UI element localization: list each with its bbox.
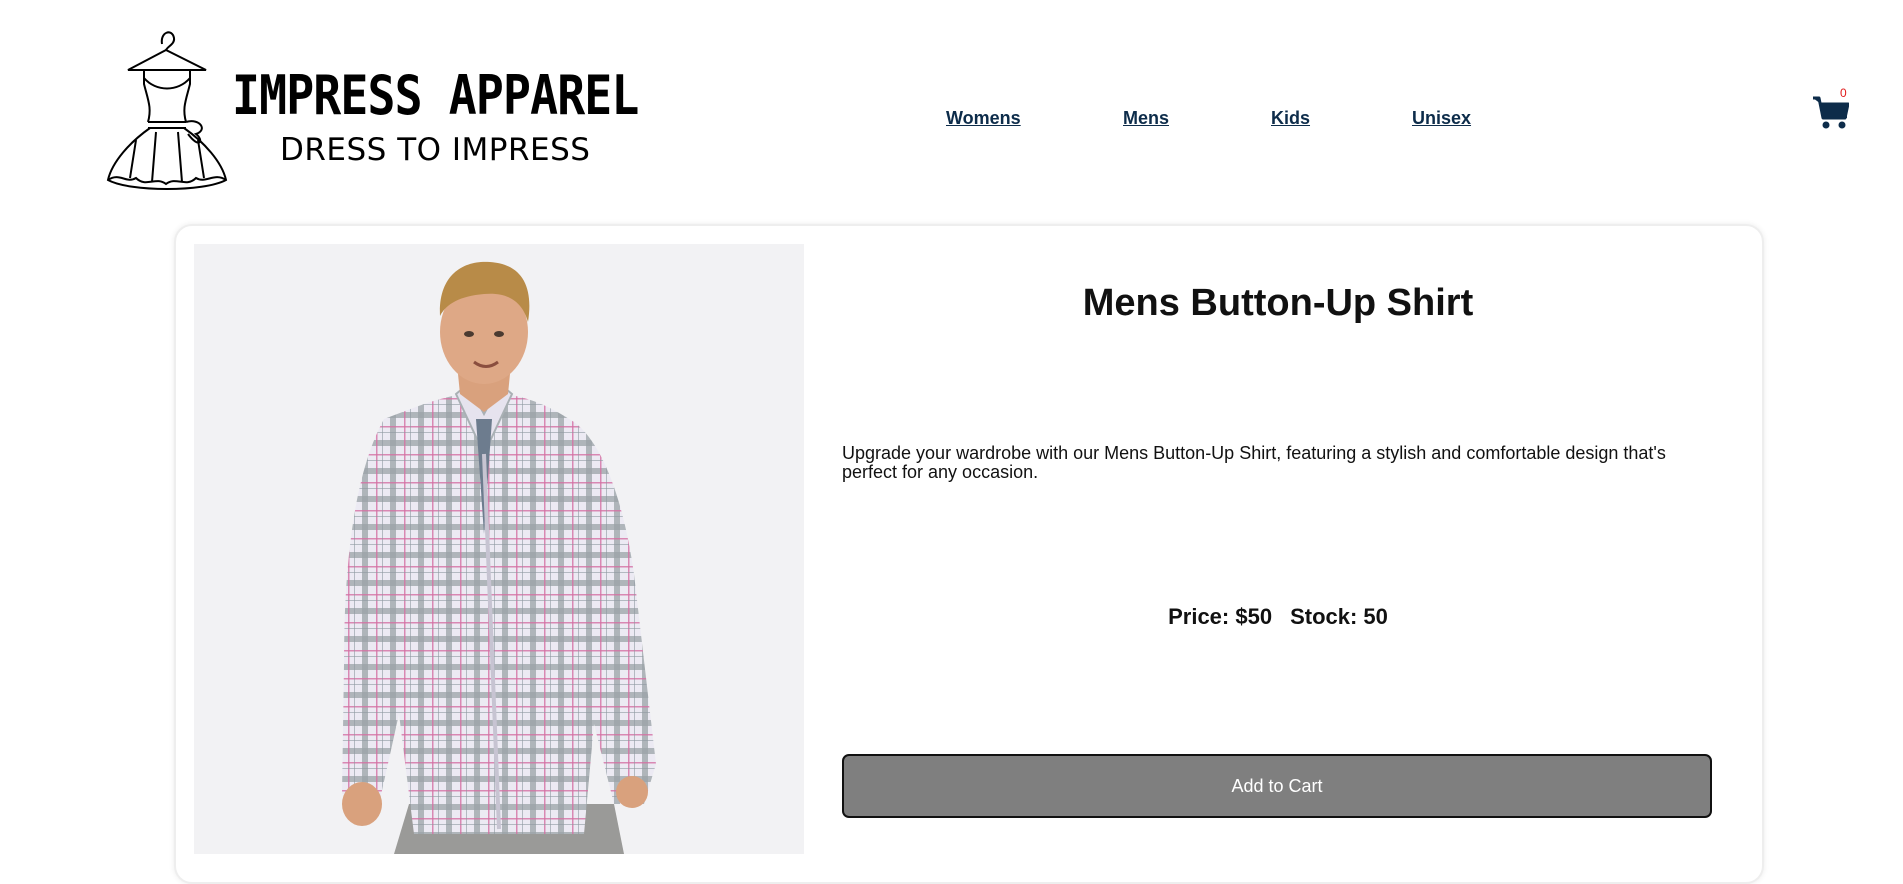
- product-stock: Stock: 50: [1290, 604, 1388, 629]
- nav-link-unisex[interactable]: Unisex: [1412, 108, 1471, 129]
- product-description: Upgrade your wardrobe with our Mens Butt…: [842, 443, 1666, 482]
- nav-link-womens[interactable]: Womens: [946, 108, 1021, 129]
- nav-link-kids[interactable]: Kids: [1271, 108, 1310, 129]
- brand-name: IMPRESS APPAREL: [232, 64, 639, 127]
- product-card: Mens Button-Up Shirt Upgrade your wardro…: [174, 224, 1764, 884]
- product-meta: Price: $50 Stock: 50: [842, 604, 1714, 630]
- brand-tagline: DRESS TO IMPRESS: [280, 132, 591, 168]
- add-to-cart-button[interactable]: Add to Cart: [842, 754, 1712, 818]
- shopping-cart-icon: [1813, 96, 1849, 129]
- product-details: Mens Button-Up Shirt Upgrade your wardro…: [842, 226, 1714, 866]
- dress-logo-icon: [106, 31, 228, 190]
- product-image: [194, 244, 804, 854]
- cart-count-badge: 0: [1840, 86, 1847, 100]
- brand-logo[interactable]: IMPRESS APPAREL DRESS TO IMPRESS: [100, 22, 639, 197]
- cart-button[interactable]: 0: [1813, 86, 1853, 132]
- product-photo: [342, 261, 656, 854]
- product-title: Mens Button-Up Shirt: [1082, 282, 1474, 324]
- site-header: IMPRESS APPAREL DRESS TO IMPRESS Womens …: [0, 0, 1903, 210]
- product-price: Price: $50: [1168, 604, 1273, 629]
- nav-link-mens[interactable]: Mens: [1123, 108, 1169, 129]
